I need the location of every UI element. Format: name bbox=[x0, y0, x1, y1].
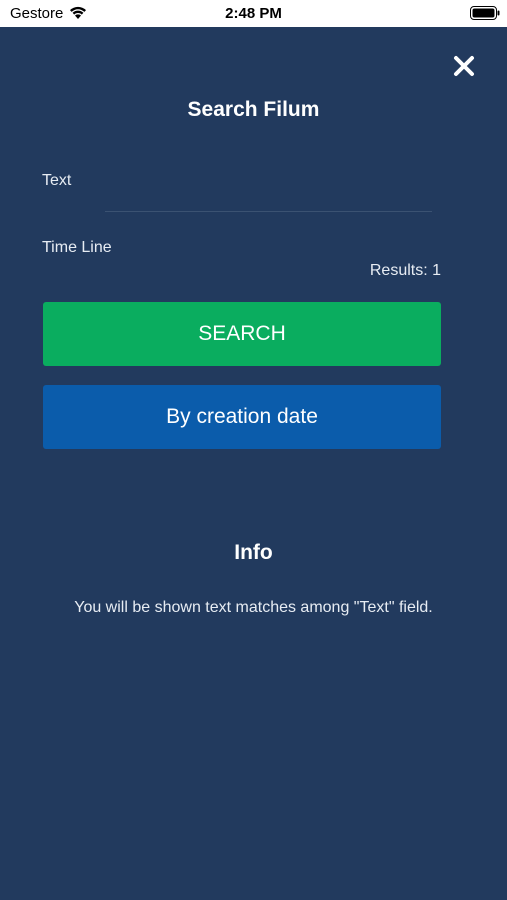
search-screen: Gestore 2:48 PM Search Filum Text Time L… bbox=[0, 0, 507, 900]
text-field-label: Text bbox=[42, 172, 72, 189]
status-bar: Gestore 2:48 PM bbox=[0, 0, 507, 27]
close-button[interactable] bbox=[446, 48, 482, 84]
battery-icon bbox=[470, 6, 500, 20]
info-text: You will be shown text matches among "Te… bbox=[74, 599, 433, 616]
close-icon bbox=[454, 56, 474, 76]
search-button[interactable]: SEARCH bbox=[43, 302, 441, 366]
by-creation-date-button[interactable]: By creation date bbox=[43, 385, 441, 449]
status-time: 2:48 PM bbox=[225, 5, 282, 22]
text-input[interactable] bbox=[105, 184, 432, 212]
results-count: Results: 1 bbox=[369, 262, 441, 279]
timeline-label: Time Line bbox=[42, 239, 112, 256]
page-title: Search Filum bbox=[187, 98, 320, 121]
info-title: Info bbox=[234, 541, 273, 564]
